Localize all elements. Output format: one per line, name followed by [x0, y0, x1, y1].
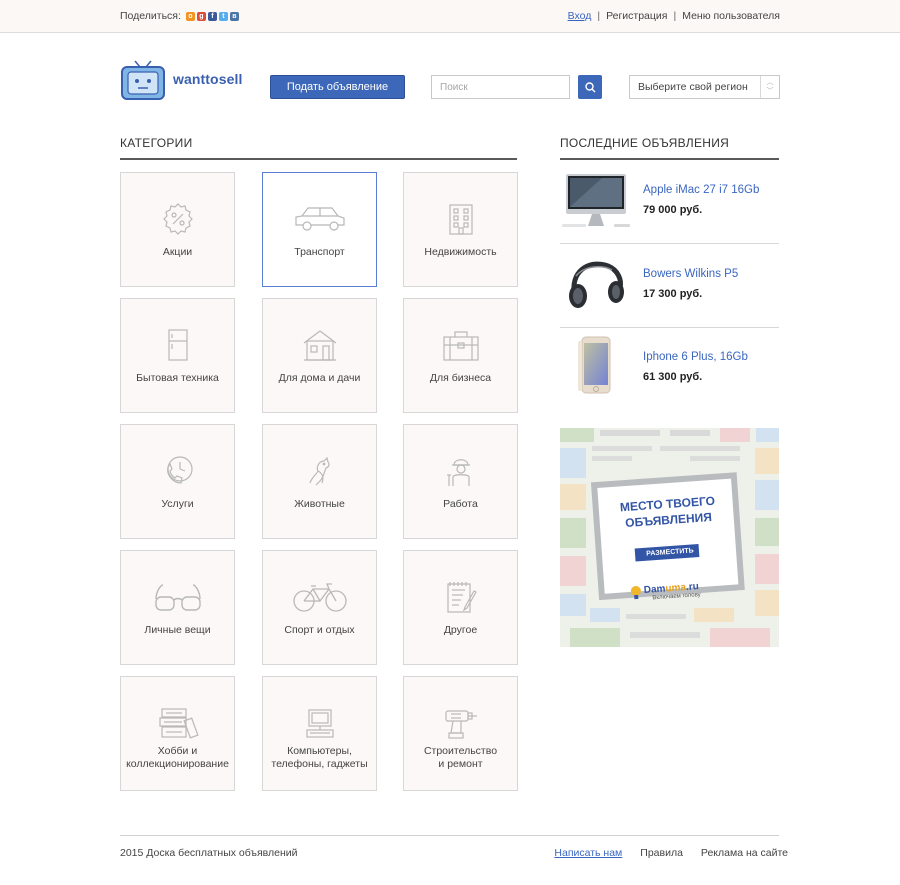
rules-link[interactable]: Правила: [640, 847, 683, 859]
lightbulb-icon: [630, 586, 641, 600]
ad-banner[interactable]: МЕСТО ТВОЕГО ОБЪЯВЛЕНИЯ РАЗМЕСТИТЬ Damum…: [560, 428, 779, 647]
category-tile-services[interactable]: Услуги: [120, 424, 235, 539]
category-label: Транспорт: [294, 246, 345, 258]
category-label: Строительство и ремонт: [408, 745, 513, 771]
category-tile-appliances[interactable]: Бытовая техника: [120, 298, 235, 413]
category-tile-home-garden[interactable]: Для дома и дачи: [262, 298, 377, 413]
copyright: 2015 Доска бесплатных объявлений: [120, 847, 298, 859]
category-tile-personal-items[interactable]: Личные вещи: [120, 550, 235, 665]
search-button[interactable]: [578, 75, 602, 99]
search-input[interactable]: [431, 75, 570, 99]
worker-icon: [446, 459, 470, 486]
house-icon: [303, 330, 336, 361]
category-label: Работа: [443, 498, 478, 510]
iphone-image: [578, 336, 611, 394]
category-label-line: коллекционирование: [126, 758, 229, 770]
drill-icon: [444, 710, 477, 739]
latest-ad-item[interactable]: Bowers Wilkins P5 17 300 руб.: [560, 244, 779, 328]
category-label: Акции: [162, 246, 193, 258]
category-label-line: Компьютеры,: [287, 745, 352, 757]
category-tile-promotions[interactable]: Акции: [120, 172, 235, 287]
share-icons: o g f t в: [185, 11, 239, 21]
category-tile-sports[interactable]: Спорт и отдых: [262, 550, 377, 665]
fridge-icon: [167, 329, 188, 361]
category-label: Для бизнеса: [429, 372, 492, 384]
category-label: Спорт и отдых: [284, 624, 355, 636]
category-tile-hobbies[interactable]: Хобби и коллекционирование: [120, 676, 235, 791]
category-label: Животные: [294, 498, 345, 510]
logo-text: wanttosell: [173, 71, 243, 87]
twitter-icon[interactable]: t: [218, 11, 228, 21]
glasses-icon: [154, 584, 201, 611]
category-tile-transport[interactable]: Транспорт: [262, 172, 377, 287]
headphones-image: [569, 261, 624, 308]
category-tile-jobs[interactable]: Работа: [403, 424, 518, 539]
category-tile-electronics[interactable]: Компьютеры, телефоны, гаджеты: [262, 676, 377, 791]
phone-icon: [166, 456, 193, 484]
site-logo[interactable]: wanttosell: [120, 58, 260, 102]
category-label: Для дома и дачи: [278, 372, 361, 384]
category-label: Компьютеры, телефоны, гаджеты: [267, 745, 372, 771]
notepad-icon: [446, 582, 477, 613]
bicycle-icon: [292, 583, 347, 612]
category-label-line: Строительство: [423, 745, 498, 757]
divider: |: [673, 10, 677, 22]
stamps-icon: [158, 708, 199, 739]
category-tile-construction[interactable]: Строительство и ремонт: [403, 676, 518, 791]
banner-background: [560, 428, 779, 647]
latest-ad-item[interactable]: Iphone 6 Plus, 16Gb 61 300 руб.: [560, 327, 779, 411]
tv-robot-logo-icon: [121, 60, 165, 100]
search-icon: [584, 81, 595, 92]
category-label-line: Хобби и: [157, 745, 198, 757]
google-plus-icon[interactable]: g: [196, 11, 206, 21]
categories-heading: КАТЕГОРИИ: [120, 136, 517, 160]
ad-price: 17 300 руб.: [643, 288, 703, 300]
select-arrows-icon: ︿ ﹀: [760, 76, 779, 98]
advertising-link[interactable]: Реклама на сайте: [701, 847, 788, 859]
category-tile-animals[interactable]: Животные: [262, 424, 377, 539]
category-tile-business[interactable]: Для бизнеса: [403, 298, 518, 413]
top-bar: Поделиться: o g f t в Вход | Регистрация…: [0, 0, 900, 33]
odnoklassniki-icon[interactable]: o: [185, 11, 195, 21]
briefcase-icon: [442, 331, 479, 361]
category-tile-real-estate[interactable]: Недвижимость: [403, 172, 518, 287]
ad-price: 79 000 руб.: [643, 204, 703, 216]
category-tile-other[interactable]: Другое: [403, 550, 518, 665]
ad-price: 61 300 руб.: [643, 371, 703, 383]
facebook-icon[interactable]: f: [207, 11, 217, 21]
register-link[interactable]: Регистрация: [606, 10, 667, 22]
footer-divider: [120, 835, 779, 836]
login-link[interactable]: Вход: [568, 10, 592, 22]
ad-title[interactable]: Iphone 6 Plus, 16Gb: [643, 351, 748, 363]
vk-icon[interactable]: в: [229, 11, 239, 21]
divider: |: [597, 10, 601, 22]
ad-title[interactable]: Bowers Wilkins P5: [643, 268, 738, 280]
user-menu-link[interactable]: Меню пользователя: [682, 10, 780, 22]
category-label: Хобби и коллекционирование: [125, 745, 230, 771]
region-select-value: Выберите свой регион: [638, 81, 748, 93]
footer-links: Написать нам Правила Реклама на сайте: [554, 847, 788, 859]
imac-image: [562, 174, 630, 227]
contact-link[interactable]: Написать нам: [554, 847, 622, 859]
region-select[interactable]: Выберите свой регион ︿ ﹀: [629, 75, 780, 99]
latest-ads-heading: ПОСЛЕДНИЕ ОБЪЯВЛЕНИЯ: [560, 136, 779, 160]
category-label: Услуги: [161, 498, 194, 510]
category-label-line: телефоны, гаджеты: [271, 758, 368, 770]
building-icon: [448, 204, 473, 235]
share-block: Поделиться: o g f t в: [120, 10, 239, 22]
post-ad-button[interactable]: Подать объявление: [270, 75, 405, 99]
computer-icon: [305, 709, 334, 738]
latest-ad-item[interactable]: Apple iMac 27 i7 16Gb 79 000 руб.: [560, 160, 779, 244]
category-label: Другое: [443, 624, 478, 636]
share-label: Поделиться:: [120, 10, 181, 22]
category-label: Недвижимость: [424, 246, 497, 258]
car-icon: [294, 207, 345, 231]
category-label: Бытовая техника: [136, 372, 219, 384]
animal-icon: [308, 456, 330, 486]
category-label-line: и ремонт: [438, 758, 483, 770]
category-label: Личные вещи: [144, 624, 211, 636]
discount-icon: [162, 203, 193, 235]
account-links: Вход | Регистрация | Меню пользователя: [568, 10, 780, 22]
ad-title[interactable]: Apple iMac 27 i7 16Gb: [643, 184, 759, 196]
